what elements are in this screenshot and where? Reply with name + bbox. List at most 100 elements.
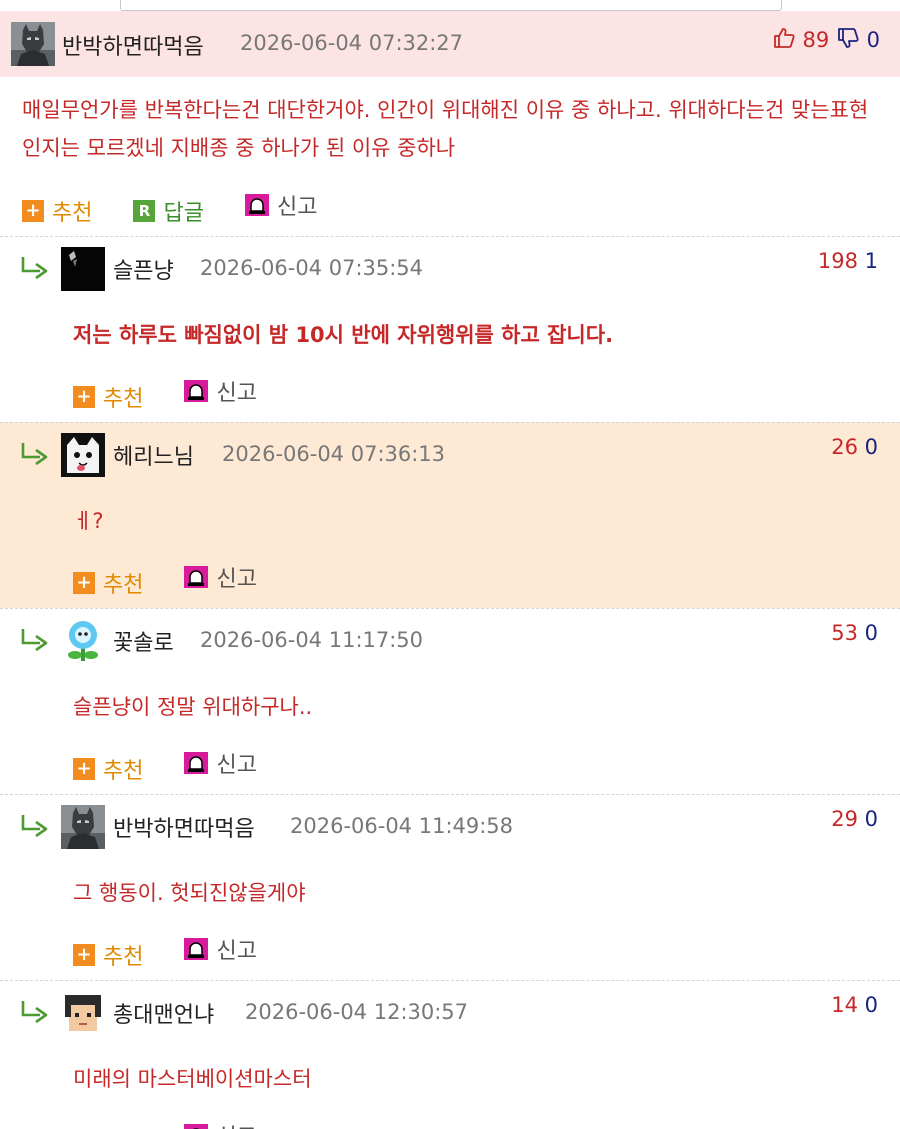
report-button[interactable]: 신고 (184, 561, 257, 593)
avatar[interactable] (61, 247, 105, 291)
comment-body: 그 행동이. 헛되진않을게야 (73, 881, 306, 905)
comment-body: 미래의 마스터베이션마스터 (73, 1067, 312, 1091)
parent-comment: 반박하면따먹음 2026-06-04 07:32:27 89 0 매일무언가를 … (0, 11, 900, 237)
parent-comment-header: 반박하면따먹음 2026-06-04 07:32:27 89 0 (0, 11, 900, 77)
vote-counter: 29 0 (831, 807, 878, 831)
reply-comment-highlighted: 헤리느님 2026-06-04 07:36:13 26 0 ㅔ? + 추천 신고 (0, 422, 900, 608)
author-nickname[interactable]: 헤리느님 (113, 439, 194, 471)
upvote-count: 26 (831, 435, 858, 459)
plus-icon: + (73, 944, 95, 966)
comment-body: 저는 하루도 빠짐없이 밤 10시 반에 자위행위를 하고 잡니다. (73, 323, 614, 347)
comment-actions: + 추천 신고 (73, 933, 291, 971)
vote-counter: 14 0 (831, 993, 878, 1017)
downvote-count: 1 (864, 249, 878, 273)
recommend-button[interactable]: + 추천 (73, 939, 143, 971)
plus-icon: + (73, 758, 95, 780)
plus-icon: + (73, 572, 95, 594)
comment-date: 2026-06-04 07:32:27 (240, 31, 464, 55)
comment-actions: + 추천 신고 (73, 561, 291, 599)
thumbs-down-icon[interactable] (836, 26, 860, 55)
plus-icon: + (73, 386, 95, 408)
reply-r-icon: R (133, 200, 156, 222)
recommend-button[interactable]: + 추천 (73, 381, 143, 413)
comment-body: 매일무언가를 반복한다는건 대단한거야. 인간이 위대해진 이유 중 하나고. … (22, 98, 869, 160)
vote-counter: 89 0 (772, 26, 880, 55)
siren-icon (184, 566, 209, 588)
author-nickname[interactable]: 슬픈냥 (113, 253, 174, 285)
recommend-button[interactable]: + 추천 (22, 195, 92, 227)
recommend-label: 추천 (103, 573, 144, 598)
comment-date: 2026-06-04 07:36:13 (222, 442, 446, 466)
downvote-count: 0 (864, 993, 878, 1017)
vote-counter: 198 1 (818, 249, 878, 273)
reply-comment: 꽃솔로 2026-06-04 11:17:50 53 0 슬픈냥이 정말 위대하… (0, 608, 900, 794)
upvote-count: 29 (831, 807, 858, 831)
reply-button[interactable]: R 답글 (133, 195, 204, 227)
report-button[interactable]: 신고 (244, 189, 318, 221)
report-label: 신고 (216, 1119, 256, 1129)
search-box-edge (120, 0, 782, 11)
report-label: 신고 (216, 381, 257, 406)
reply-arrow-icon (20, 441, 50, 467)
recommend-label: 추천 (52, 201, 93, 226)
author-nickname[interactable]: 반박하면따먹음 (62, 29, 204, 61)
reply-comment: 슬픈냥 2026-06-04 07:35:54 198 1 저는 하루도 빠짐없… (0, 236, 900, 422)
comment-date: 2026-06-04 12:30:57 (245, 1000, 469, 1024)
reply-arrow-icon (20, 999, 50, 1025)
upvote-count: 14 (831, 993, 858, 1017)
comment-actions: + 추천 신고 (73, 747, 291, 785)
avatar[interactable] (61, 619, 105, 663)
avatar[interactable] (61, 805, 105, 849)
recommend-label: 추천 (103, 1125, 143, 1129)
author-nickname[interactable]: 꽃솔로 (113, 625, 174, 657)
avatar[interactable] (11, 22, 55, 66)
comment-body: 슬픈냥이 정말 위대하구나.. (73, 695, 313, 719)
comment-actions: + 추천 R 답글 신고 (22, 189, 351, 227)
comment-date: 2026-06-04 07:35:54 (200, 256, 424, 280)
downvote-count: 0 (864, 621, 878, 645)
report-button[interactable]: 신고 (184, 1119, 257, 1129)
report-label: 신고 (216, 567, 257, 592)
comment-body: ㅔ? (73, 509, 104, 533)
author-nickname[interactable]: 총대맨언냐 (113, 997, 214, 1029)
report-label: 신고 (216, 753, 257, 778)
siren-icon (244, 194, 269, 216)
siren-icon (184, 752, 209, 774)
recommend-label: 추천 (103, 387, 144, 412)
author-nickname[interactable]: 반박하면따먹음 (113, 811, 255, 843)
vote-counter: 53 0 (831, 621, 878, 645)
siren-icon (184, 938, 209, 960)
comment-actions: +추천 신고 (73, 1119, 291, 1129)
report-label: 신고 (276, 195, 318, 220)
comment-date: 2026-06-04 11:49:58 (290, 814, 514, 838)
downvote-count: 0 (864, 807, 878, 831)
recommend-button[interactable]: +추천 (73, 1125, 143, 1129)
report-button[interactable]: 신고 (184, 747, 257, 779)
report-button[interactable]: 신고 (184, 933, 257, 965)
vote-counter: 26 0 (831, 435, 878, 459)
upvote-count: 53 (831, 621, 858, 645)
downvote-count: 0 (864, 435, 878, 459)
recommend-button[interactable]: + 추천 (73, 753, 143, 785)
plus-icon: + (22, 200, 44, 222)
recommend-label: 추천 (103, 945, 144, 970)
reply-comment: 총대맨언냐 2026-06-04 12:30:57 14 0 미래의 마스터베이… (0, 980, 900, 1129)
reply-arrow-icon (20, 255, 50, 281)
reply-label: 답글 (163, 201, 204, 226)
siren-icon (184, 380, 209, 402)
reply-arrow-icon (20, 813, 50, 839)
avatar[interactable] (61, 991, 105, 1035)
report-label: 신고 (216, 939, 257, 964)
recommend-button[interactable]: + 추천 (73, 567, 143, 599)
report-button[interactable]: 신고 (184, 375, 257, 407)
downvote-count: 0 (866, 28, 880, 52)
upvote-count: 198 (817, 249, 858, 273)
avatar[interactable] (61, 433, 105, 477)
recommend-label: 추천 (103, 759, 144, 784)
upvote-count: 89 (802, 28, 830, 52)
comment-date: 2026-06-04 11:17:50 (200, 628, 424, 652)
reply-comment: 반박하면따먹음 2026-06-04 11:49:58 29 0 그 행동이. … (0, 794, 900, 980)
reply-arrow-icon (20, 627, 50, 653)
thumbs-up-icon[interactable] (772, 26, 796, 55)
siren-icon (184, 1124, 209, 1129)
